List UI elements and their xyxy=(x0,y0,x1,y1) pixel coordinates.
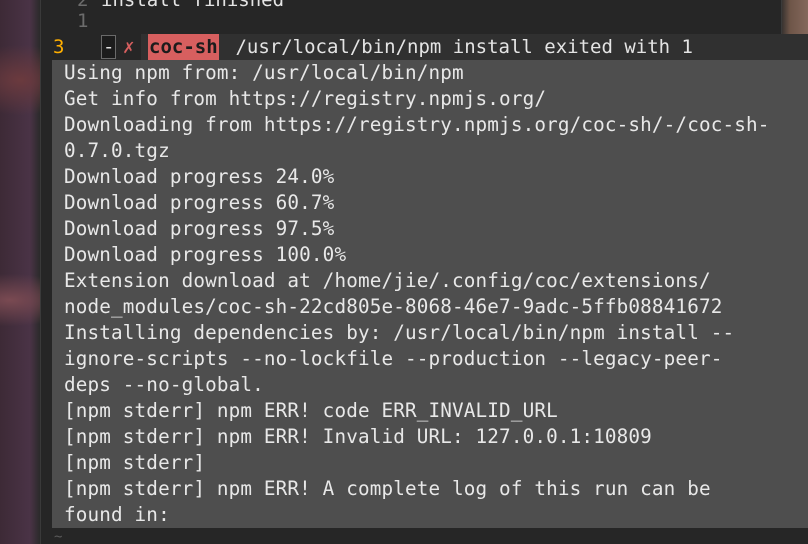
popup-line: Download progress 97.5% xyxy=(64,217,335,240)
popup-line: Download progress 100.0% xyxy=(64,243,347,266)
error-message[interactable]: /usr/local/bin/npm install exited with 1 xyxy=(224,34,693,60)
popup-line: [npm stderr] xyxy=(64,451,206,474)
popup-line: 0.7.0.tgz xyxy=(64,139,170,162)
popup-line: Download progress 24.0% xyxy=(64,165,335,188)
popup-line: Using npm from: /usr/local/bin/npm xyxy=(64,61,464,84)
popup-line: Download progress 60.7% xyxy=(64,191,335,214)
sign-column-marker: - xyxy=(101,35,117,59)
editor-bottom-area xyxy=(52,528,808,544)
extension-name-badge: coc-sh xyxy=(148,34,219,60)
empty-line-tilde: ~ xyxy=(54,529,63,544)
popup-line: found in: xyxy=(64,503,170,526)
error-x-icon: ✗ xyxy=(123,36,135,58)
editor-line-top[interactable]: install finished xyxy=(101,0,284,13)
popup-line: Downloading from https://registry.npmjs.… xyxy=(64,113,770,136)
popup-line: [npm stderr] npm ERR! A complete log of … xyxy=(64,477,711,500)
popup-line: [npm stderr] npm ERR! code ERR_INVALID_U… xyxy=(64,399,558,422)
coc-float-popup[interactable]: Using npm from: /usr/local/bin/npm Get i… xyxy=(52,60,808,528)
popup-line: Get info from https://registry.npmjs.org… xyxy=(64,87,547,110)
popup-line: ignore-scripts --no-lockfile --productio… xyxy=(64,347,723,370)
popup-line: Installing dependencies by: /usr/local/b… xyxy=(64,321,735,344)
popup-line: Extension download at /home/jie/.config/… xyxy=(64,269,711,292)
line-number-current: 3 xyxy=(53,36,65,58)
line-number-relative-1: 1 xyxy=(77,10,89,32)
popup-line: [npm stderr] npm ERR! Invalid URL: 127.0… xyxy=(64,425,652,448)
popup-line: deps --no-global. xyxy=(64,373,264,396)
popup-line: node_modules/coc-sh-22cd805e-8068-46e7-9… xyxy=(64,295,723,318)
